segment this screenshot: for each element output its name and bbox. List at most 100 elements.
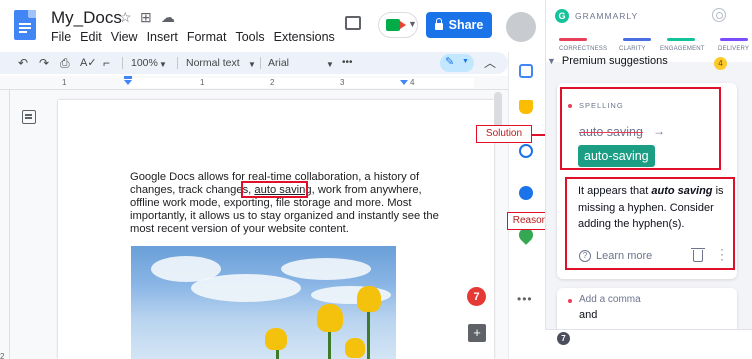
keep-icon[interactable] <box>519 100 533 114</box>
comment-history-icon[interactable] <box>345 16 361 30</box>
menu-edit[interactable]: Edit <box>80 30 102 44</box>
premium-suggestions-toggle[interactable]: ▼ Premium suggestions <box>547 55 668 67</box>
spellcheck-icon[interactable]: A✓ <box>80 56 97 70</box>
chevron-down-icon: ▼ <box>326 60 334 69</box>
meet-button[interactable]: ▼ <box>378 12 418 38</box>
share-button[interactable]: Share <box>426 12 492 38</box>
formatting-toolbar: ↶ ↷ ⎙ A✓ ⌐ 100% ▼ Normal text ▼ Arial ▼ … <box>0 52 508 74</box>
chevron-down-icon: ▼ <box>462 58 469 65</box>
flagged-word-highlight <box>241 181 308 198</box>
ruler-number: 1 <box>62 78 67 87</box>
lock-icon <box>434 18 443 30</box>
menu-insert[interactable]: Insert <box>147 30 178 44</box>
calendar-icon[interactable] <box>519 64 533 78</box>
menu-tools[interactable]: Tools <box>235 30 264 44</box>
category-bar-clarity[interactable] <box>623 38 651 41</box>
dismiss-trash-icon[interactable] <box>691 248 705 262</box>
editing-mode-button[interactable]: ✎ ▼ <box>440 54 474 72</box>
chevron-down-icon: ▼ <box>159 60 167 69</box>
tulip-flower <box>345 338 365 358</box>
docs-header: My_Docs ☆ ⊞ ☁ File Edit View Insert Form… <box>0 0 545 52</box>
premium-label: Premium suggestions <box>561 55 668 67</box>
tulip-flower <box>317 304 343 332</box>
toolbar-divider <box>177 57 178 69</box>
grammarly-issue-count-badge[interactable]: 7 <box>467 287 486 306</box>
grammarly-header: G GRAMMARLY CORRECTNESS CLARITY ENGAGEME… <box>546 0 752 62</box>
more-tools-button[interactable]: ••• <box>342 56 353 70</box>
solution-highlight-box <box>560 87 721 170</box>
meet-camera-icon <box>386 19 406 31</box>
tulip-stem <box>367 306 370 359</box>
more-options-icon[interactable]: · · · <box>719 243 725 265</box>
grammarly-logo-icon: G <box>555 9 569 23</box>
category-engagement[interactable]: ENGAGEMENT <box>660 46 705 52</box>
premium-count-badge: 4 <box>714 57 727 70</box>
ruler-number: 1 <box>200 78 205 87</box>
print-icon[interactable]: ⎙ <box>60 56 70 70</box>
help-icon[interactable]: ? <box>579 250 591 262</box>
document-title[interactable]: My_Docs <box>51 8 122 28</box>
menu-extensions[interactable]: Extensions <box>274 30 335 44</box>
first-line-indent-marker[interactable] <box>124 76 132 79</box>
ruler-content-area <box>128 78 474 88</box>
category-bar-delivery[interactable] <box>720 38 748 41</box>
ruler-number: 2 <box>270 78 275 87</box>
vertical-ruler-number: 2 <box>0 352 5 359</box>
category-bar-engagement[interactable] <box>667 38 695 41</box>
tulip-flower <box>265 328 287 350</box>
avatar[interactable] <box>506 12 536 42</box>
horizontal-ruler[interactable]: 1 1 2 3 4 <box>0 76 508 90</box>
share-label: Share <box>448 18 484 32</box>
menu-view[interactable]: View <box>111 30 138 44</box>
chevron-down-icon: ▼ <box>547 56 556 66</box>
paint-format-icon[interactable]: ⌐ <box>103 56 110 70</box>
toolbar-divider <box>260 57 261 69</box>
menu-file[interactable]: File <box>51 30 71 44</box>
star-icon[interactable]: ☆ <box>119 8 132 26</box>
paragraph-style-select[interactable]: Normal text <box>186 56 240 70</box>
suggestion-word: and <box>579 309 598 321</box>
left-indent-marker[interactable] <box>124 80 132 85</box>
side-panel-strip <box>508 52 542 359</box>
image-cloud <box>191 274 301 302</box>
ruler-number: 4 <box>410 78 415 87</box>
tulip-flower <box>357 286 381 312</box>
pencil-icon: ✎ <box>445 56 455 68</box>
chevron-down-icon: ▼ <box>408 19 417 29</box>
ruler-number: 3 <box>340 78 345 87</box>
screenshot-root: My_Docs ☆ ⊞ ☁ File Edit View Insert Form… <box>0 0 752 359</box>
image-cloud <box>281 258 371 280</box>
cloud-status-icon[interactable]: ☁ <box>161 8 175 26</box>
more-addons-icon[interactable]: ••• <box>517 292 533 306</box>
font-select[interactable]: Arial <box>268 56 289 70</box>
right-indent-marker[interactable] <box>400 80 408 85</box>
undo-icon[interactable]: ↶ <box>18 56 28 70</box>
grammarly-brand: GRAMMARLY <box>575 11 639 21</box>
move-folder-icon[interactable]: ⊞ <box>140 8 152 26</box>
menu-format[interactable]: Format <box>187 30 227 44</box>
chevron-down-icon: ▼ <box>248 60 256 69</box>
correctness-dot-icon <box>568 299 572 303</box>
grammarly-footer <box>545 329 752 359</box>
menu-bar: File Edit View Insert Format Tools Exten… <box>51 30 344 44</box>
vertical-ruler[interactable] <box>0 90 10 359</box>
learn-more-link[interactable]: Learn more <box>596 250 652 262</box>
suggestion-title: Add a comma <box>579 294 641 305</box>
contacts-icon[interactable] <box>519 186 533 200</box>
redo-icon[interactable]: ↷ <box>39 56 49 70</box>
collapse-toolbar-icon[interactable]: ︿ <box>484 56 496 70</box>
add-comment-icon[interactable]: + <box>468 324 486 342</box>
tulip-image[interactable] <box>131 246 396 359</box>
toolbar-divider <box>122 57 123 69</box>
docs-logo-icon[interactable] <box>14 10 36 40</box>
solution-callout: Solution <box>476 125 532 143</box>
grammarly-footer-count[interactable]: 7 <box>557 332 570 345</box>
category-clarity[interactable]: CLARITY <box>619 46 646 52</box>
tasks-icon[interactable] <box>519 144 533 158</box>
goals-target-icon[interactable] <box>712 8 726 22</box>
document-outline-icon[interactable] <box>22 110 36 124</box>
category-bar-correctness[interactable] <box>559 38 587 41</box>
category-delivery[interactable]: DELIVERY <box>718 46 749 52</box>
zoom-select[interactable]: 100% <box>131 56 158 70</box>
category-correctness[interactable]: CORRECTNESS <box>559 46 607 52</box>
